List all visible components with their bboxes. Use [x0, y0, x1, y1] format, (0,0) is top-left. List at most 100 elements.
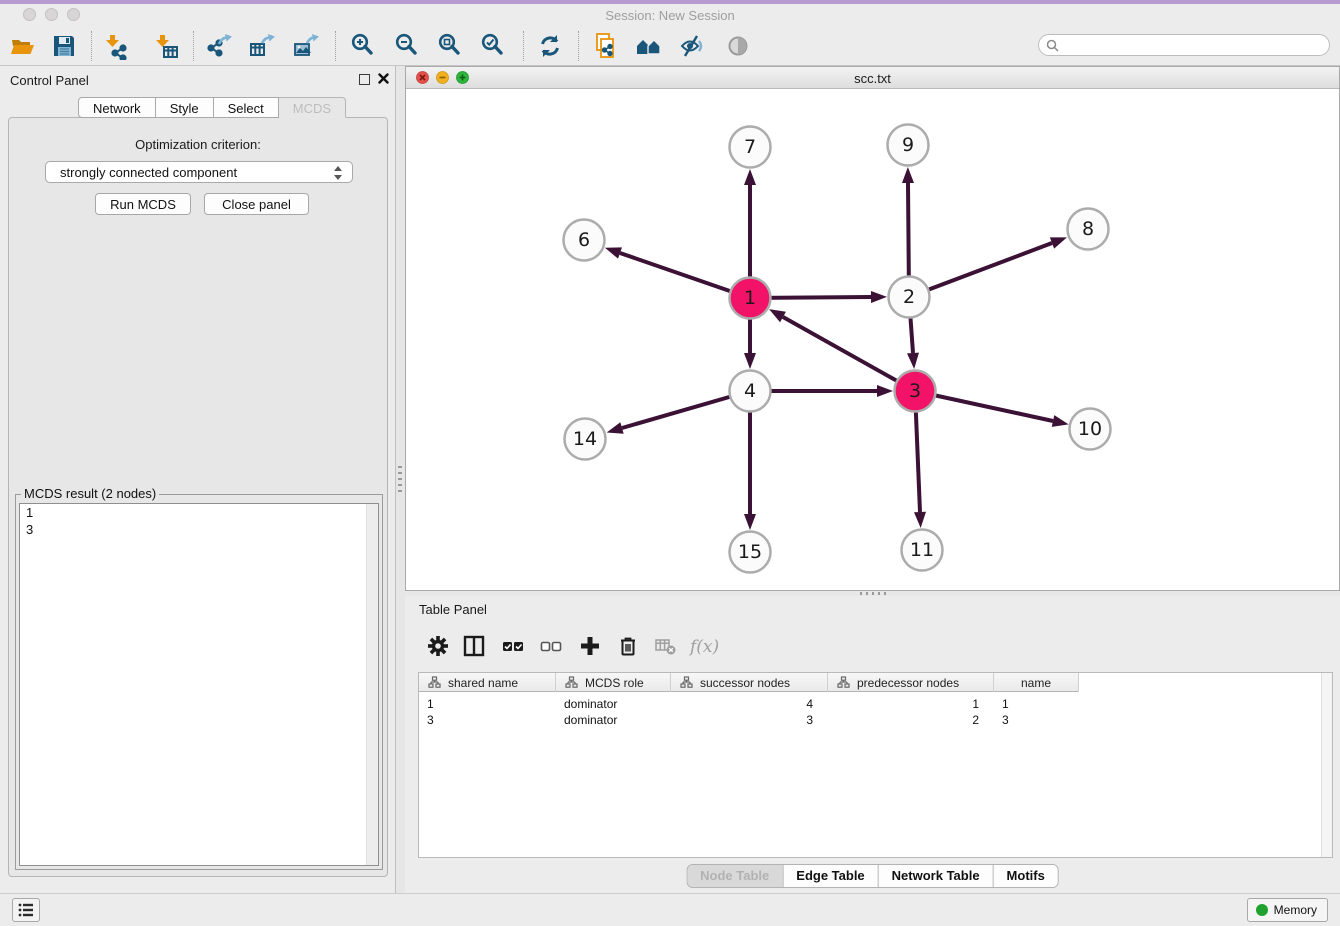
table-panel: Table Panel f(x)	[405, 596, 1340, 893]
import-network-icon[interactable]	[102, 32, 130, 60]
import-table-icon[interactable]	[152, 32, 180, 60]
toolbar-separator	[193, 31, 194, 61]
table-panel-tabs: Node Table Edge Table Network Table Moti…	[686, 864, 1059, 888]
mcds-tab-content: Optimization criterion: strongly connect…	[8, 117, 388, 877]
select-all-columns-icon[interactable]	[501, 634, 525, 658]
tab-motifs[interactable]: Motifs	[993, 865, 1058, 887]
zoom-fit-icon[interactable]	[436, 32, 464, 60]
search-input[interactable]	[1038, 34, 1330, 56]
cell-predecessor-nodes: 1	[828, 696, 994, 712]
cell-name: 1	[994, 696, 1079, 712]
column-label: name	[1021, 676, 1051, 690]
mcds-result-line: 3	[20, 521, 378, 538]
toggle-panel-icon[interactable]	[462, 634, 486, 658]
node-label: 11	[910, 539, 934, 561]
export-image-icon[interactable]	[292, 32, 320, 60]
create-column-icon[interactable]	[578, 634, 602, 658]
delete-table-icon	[654, 634, 678, 658]
save-session-icon[interactable]	[50, 32, 78, 60]
zoom-out-icon[interactable]	[393, 32, 421, 60]
column-header-predecessor-nodes[interactable]: predecessor nodes	[828, 673, 994, 692]
column-namespace-icon	[428, 676, 441, 689]
window-title: Session: New Session	[0, 8, 1340, 23]
column-header-successor-nodes[interactable]: successor nodes	[671, 673, 828, 692]
table-options-icon[interactable]	[426, 634, 450, 658]
tab-network[interactable]: Network	[78, 97, 156, 118]
cell-shared-name: 1	[419, 696, 556, 712]
status-bar: Memory	[0, 893, 1340, 926]
mcds-result-line: 1	[20, 504, 378, 521]
criterion-select[interactable]: strongly connected component	[45, 161, 353, 183]
zoom-selected-icon[interactable]	[479, 32, 507, 60]
tab-select[interactable]: Select	[214, 97, 279, 118]
show-graphics-details-icon[interactable]	[724, 32, 752, 60]
memory-button[interactable]: Memory	[1247, 898, 1328, 922]
cell-shared-name: 3	[419, 712, 556, 728]
column-header-name[interactable]: name	[994, 673, 1079, 692]
node-label: 9	[902, 134, 914, 156]
tab-edge-table[interactable]: Edge Table	[782, 865, 877, 887]
edge-2-8[interactable]	[909, 243, 1052, 297]
tab-style[interactable]: Style	[156, 97, 214, 118]
control-panel-title: Control Panel	[10, 73, 89, 88]
toolbar-separator	[523, 31, 524, 61]
column-namespace-icon	[837, 676, 850, 689]
table-scrollbar[interactable]	[1321, 673, 1332, 857]
edge-3-1[interactable]	[783, 317, 915, 391]
cell-predecessor-nodes: 2	[828, 712, 994, 728]
column-label: successor nodes	[700, 676, 790, 690]
float-panel-icon[interactable]	[359, 74, 370, 85]
node-label: 10	[1078, 418, 1102, 440]
mcds-result-scrollbar[interactable]	[366, 504, 378, 865]
splitter-grip	[860, 592, 886, 595]
memory-label: Memory	[1274, 903, 1317, 917]
task-list-icon	[13, 899, 39, 921]
search-icon	[1045, 38, 1061, 54]
first-neighbors-icon[interactable]	[635, 32, 663, 60]
vertical-splitter[interactable]	[396, 66, 405, 893]
delete-columns-icon[interactable]	[616, 634, 640, 658]
export-network-icon[interactable]	[205, 32, 233, 60]
column-header-mcds-role[interactable]: MCDS role	[556, 673, 671, 692]
table-row[interactable]: 1 dominator 4 1 1	[419, 696, 1079, 712]
node-label: 8	[1082, 218, 1094, 240]
column-namespace-icon	[565, 676, 578, 689]
close-panel-icon[interactable]	[377, 72, 390, 85]
table-header-row: shared name MCDS role successor nodes pr…	[419, 673, 1079, 692]
cell-mcds-role: dominator	[556, 712, 671, 728]
window-title-bar: Session: New Session	[0, 4, 1340, 26]
apply-layout-icon[interactable]	[536, 32, 564, 60]
network-title: scc.txt	[406, 71, 1339, 86]
table-row[interactable]: 3 dominator 3 2 3	[419, 712, 1079, 728]
mcds-result-title: MCDS result (2 nodes)	[21, 486, 159, 501]
zoom-in-icon[interactable]	[349, 32, 377, 60]
column-header-shared-name[interactable]: shared name	[419, 673, 556, 692]
hide-selected-icon[interactable]	[679, 32, 707, 60]
table-panel-title: Table Panel	[419, 602, 487, 617]
toolbar-separator	[91, 31, 92, 61]
network-canvas[interactable]: 1 2 3 4 6 7 8 9 10 11 14 15	[406, 89, 1339, 590]
open-file-icon[interactable]	[9, 32, 37, 60]
criterion-value: strongly connected component	[60, 165, 237, 180]
node-label: 14	[573, 428, 597, 450]
mcds-result-list[interactable]: 1 3	[19, 503, 379, 866]
export-table-icon[interactable]	[248, 32, 276, 60]
tab-node-table[interactable]: Node Table	[687, 865, 782, 887]
cell-name: 3	[994, 712, 1079, 728]
tab-network-table[interactable]: Network Table	[878, 865, 993, 887]
run-mcds-button[interactable]: Run MCDS	[95, 193, 191, 215]
network-graph: 1 2 3 4 6 7 8 9 10 11 14 15	[406, 89, 1339, 590]
node-label: 2	[903, 286, 915, 308]
splitter-grip	[398, 466, 402, 492]
unselect-all-columns-icon[interactable]	[539, 634, 563, 658]
tab-mcds[interactable]: MCDS	[279, 97, 346, 118]
control-panel: Control Panel Network Style Select MCDS …	[0, 66, 396, 893]
cell-mcds-role: dominator	[556, 696, 671, 712]
clone-network-icon[interactable]	[591, 32, 619, 60]
node-label: 1	[744, 287, 756, 309]
node-label: 6	[578, 229, 590, 251]
node-label: 3	[909, 380, 921, 402]
task-history-button[interactable]	[12, 898, 40, 922]
close-panel-button[interactable]: Close panel	[204, 193, 309, 215]
application-window: Session: New Session	[0, 0, 1340, 926]
